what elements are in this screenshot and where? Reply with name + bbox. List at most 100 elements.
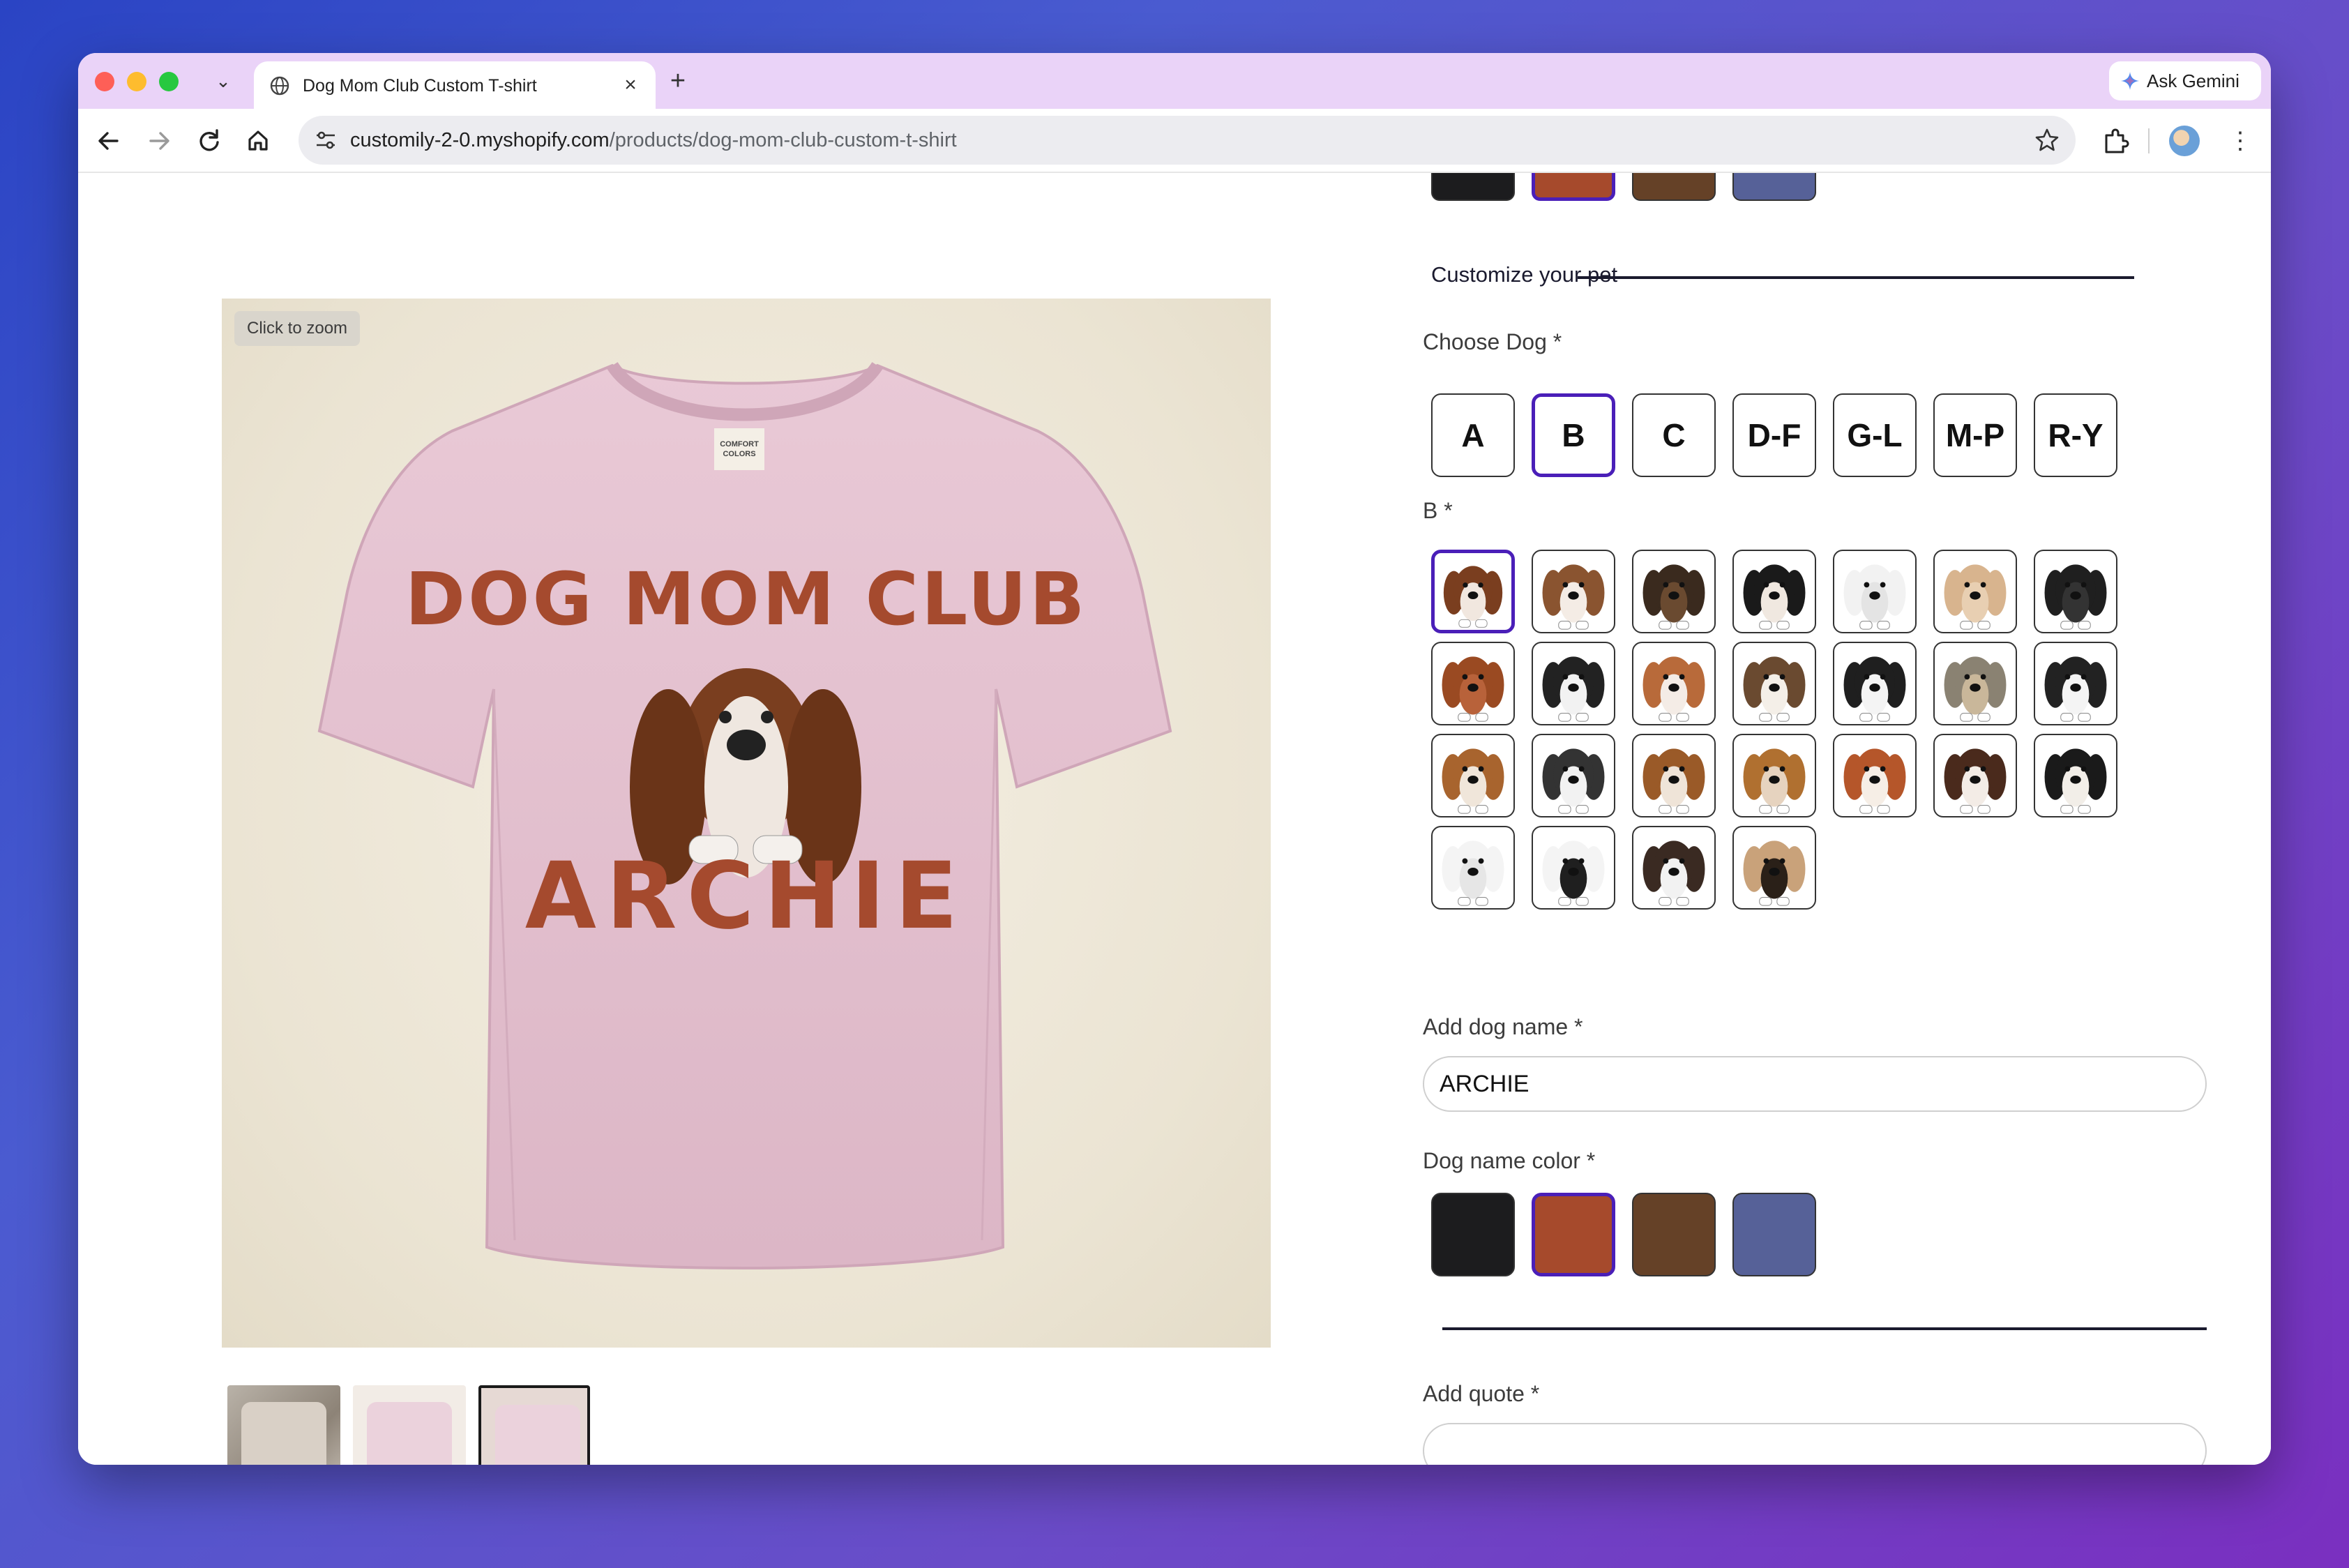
dog-option[interactable]	[1431, 734, 1515, 817]
dog-face-icon	[1944, 656, 2007, 722]
dog-option[interactable]	[1732, 734, 1816, 817]
dog-option[interactable]	[1632, 734, 1716, 817]
gemini-sparkle-icon	[2121, 72, 2139, 90]
dog-face-icon	[1743, 564, 1806, 630]
site-settings-icon[interactable]	[312, 127, 339, 153]
letter-group-button[interactable]: A	[1431, 393, 1515, 477]
click-to-zoom-badge[interactable]: Click to zoom	[234, 311, 361, 346]
dog-option[interactable]	[1933, 550, 2017, 633]
dog-face-icon	[1442, 840, 1504, 906]
dog-name-input[interactable]: ARCHIE	[1423, 1056, 2207, 1112]
dog-option[interactable]	[1431, 826, 1515, 910]
dog-option[interactable]	[1833, 734, 1917, 817]
dog-option[interactable]	[1532, 826, 1615, 910]
url-text[interactable]: customily-2-0.myshopify.com/products/dog…	[350, 116, 957, 165]
top-color-swatch-black[interactable]	[1431, 173, 1515, 201]
dog-option[interactable]	[1532, 550, 1615, 633]
dog-face-icon	[1642, 840, 1705, 906]
shirt-brand-label: COMFORT COLORS	[714, 428, 764, 470]
dog-option[interactable]	[2034, 734, 2117, 817]
thumbnail-shirt	[367, 1402, 452, 1465]
minimize-window-button[interactable]	[127, 72, 146, 91]
letter-group-button[interactable]: D-F	[1732, 393, 1816, 477]
dog-option[interactable]	[1933, 642, 2017, 725]
letter-group-button[interactable]: B	[1532, 393, 1615, 477]
customize-section-title: Customize your pet	[1431, 262, 1618, 287]
dog-option[interactable]	[1532, 642, 1615, 725]
name-color-swatch[interactable]	[1732, 1193, 1816, 1276]
dog-face-icon	[1843, 564, 1906, 630]
top-color-swatch-brown[interactable]	[1632, 173, 1716, 201]
letter-group-button[interactable]: R-Y	[2034, 393, 2117, 477]
shirt-name-text: ARCHIE	[524, 843, 968, 950]
dog-face-icon	[2044, 656, 2107, 722]
active-tab[interactable]: Dog Mom Club Custom T-shirt ×	[254, 61, 656, 109]
url-path: /products/dog-mom-club-custom-t-shirt	[609, 129, 957, 151]
back-arrow-icon[interactable]	[91, 123, 127, 159]
customizer-panel: Customize your pet Choose Dog * A B C D-F G-…	[1342, 173, 2221, 1465]
browser-toolbar: customily-2-0.myshopify.com/products/dog…	[78, 109, 2271, 173]
product-thumbnail-3[interactable]	[478, 1385, 590, 1465]
profile-avatar[interactable]	[2169, 126, 2200, 156]
dog-option[interactable]	[1833, 642, 1917, 725]
dog-face-icon	[1843, 748, 1906, 814]
dog-face-icon	[1642, 748, 1705, 814]
letter-group-button[interactable]: G-L	[1833, 393, 1917, 477]
extensions-puzzle-icon[interactable]	[2099, 124, 2133, 158]
tab-list-chevron-icon[interactable]: ⌄	[209, 67, 237, 95]
dog-option[interactable]	[1632, 826, 1716, 910]
address-bar[interactable]: customily-2-0.myshopify.com/products/dog…	[299, 116, 2076, 165]
url-host: customily-2-0.myshopify.com	[350, 129, 610, 151]
dog-option[interactable]	[1632, 550, 1716, 633]
dog-option[interactable]	[2034, 550, 2117, 633]
letter-group-button[interactable]: M-P	[1933, 393, 2017, 477]
reload-icon[interactable]	[191, 123, 227, 159]
dog-face-icon	[1443, 566, 1503, 628]
bookmark-star-icon[interactable]	[2032, 126, 2062, 155]
dog-option[interactable]	[1933, 734, 2017, 817]
dog-face-icon	[2044, 748, 2107, 814]
top-color-swatch-rust[interactable]	[1532, 173, 1615, 201]
product-main-image[interactable]: COMFORT COLORS DOG MOM CLUB ARCHIE Click…	[222, 299, 1271, 1348]
dog-face-icon	[1542, 840, 1605, 906]
product-thumbnail-2[interactable]	[353, 1385, 466, 1465]
name-color-swatch[interactable]	[1431, 1193, 1515, 1276]
choose-dog-label: Choose Dog *	[1423, 329, 1562, 354]
dog-option[interactable]	[1833, 550, 1917, 633]
close-tab-icon[interactable]: ×	[618, 73, 643, 98]
dog-name-label: Add dog name *	[1423, 1014, 1583, 1039]
dog-option[interactable]	[1532, 734, 1615, 817]
dog-option[interactable]	[1732, 642, 1816, 725]
dog-face-icon	[1743, 840, 1806, 906]
product-thumbnail-1[interactable]	[227, 1385, 340, 1465]
name-color-swatch[interactable]	[1632, 1193, 1716, 1276]
forward-arrow-icon[interactable]	[141, 123, 177, 159]
dog-face-icon	[1442, 748, 1504, 814]
letter-group-button[interactable]: C	[1632, 393, 1716, 477]
add-quote-label: Add quote *	[1423, 1381, 1540, 1406]
dog-option[interactable]	[2034, 642, 2117, 725]
browser-menu-icon[interactable]: ⋮	[2226, 127, 2254, 155]
toolbar-separator	[2148, 128, 2150, 153]
dog-option[interactable]	[1431, 642, 1515, 725]
ask-gemini-button[interactable]: Ask Gemini	[2109, 61, 2261, 100]
add-quote-input[interactable]	[1423, 1423, 2207, 1465]
dog-face-icon	[1944, 748, 2007, 814]
dog-option[interactable]	[1431, 550, 1515, 633]
tab-title: Dog Mom Club Custom T-shirt	[303, 76, 537, 96]
tab-bar: ⌄ Dog Mom Club Custom T-shirt × + Ask Ge…	[78, 53, 2271, 109]
dog-option[interactable]	[1632, 642, 1716, 725]
dog-face-icon	[1542, 564, 1605, 630]
dog-option[interactable]	[1732, 550, 1816, 633]
globe-icon	[270, 76, 289, 96]
home-icon[interactable]	[240, 123, 276, 159]
close-window-button[interactable]	[95, 72, 114, 91]
name-color-swatch[interactable]	[1532, 1193, 1615, 1276]
maximize-window-button[interactable]	[159, 72, 179, 91]
dog-face-icon	[1743, 748, 1806, 814]
new-tab-button[interactable]: +	[663, 66, 693, 96]
section-rule	[1578, 276, 2134, 279]
top-color-swatch-blue[interactable]	[1732, 173, 1816, 201]
dog-option[interactable]	[1732, 826, 1816, 910]
section-divider	[1442, 1327, 2207, 1330]
